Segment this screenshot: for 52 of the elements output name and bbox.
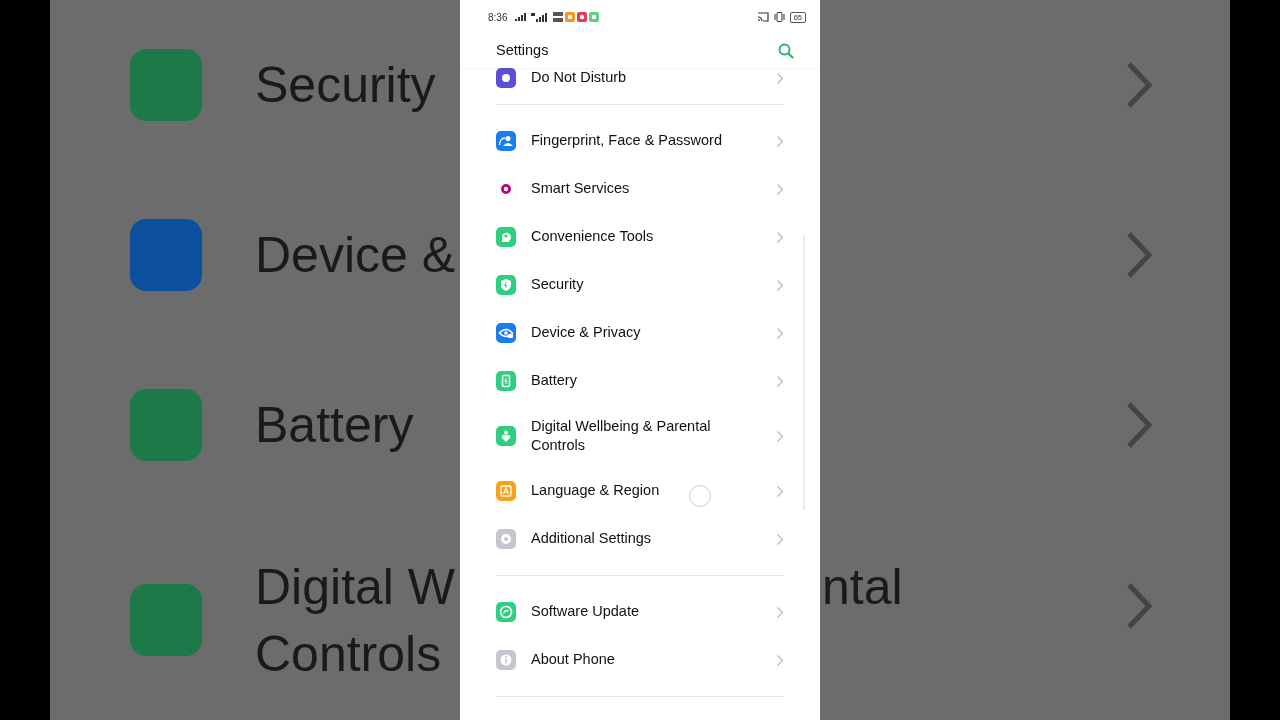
chevron-icon [1126,401,1152,449]
settings-item[interactable]: Digital Wellbeing & Parental Controls [496,405,784,467]
setting-label: Battery [255,395,414,455]
search-icon[interactable] [778,43,794,59]
notification-icon [589,12,600,22]
chevron-icon [1126,231,1152,279]
setting-label: Digital W Controls [255,558,456,684]
chevron-icon [776,653,784,667]
settings-item[interactable]: Battery [496,357,784,405]
settings-item[interactable]: Convenience Tools [496,213,784,261]
chevron-icon [776,71,784,85]
signal-icon [531,12,550,22]
settings-item[interactable]: Device & Privacy [496,309,784,357]
notification-icon [577,12,588,22]
head-icon [496,227,516,247]
chevron-icon [776,278,784,292]
cast-icon [756,12,769,22]
settings-item[interactable]: Do Not Disturb [496,68,784,92]
square-letter-icon [496,481,516,501]
chevron-icon [776,532,784,546]
chevron-icon [776,134,784,148]
settings-item[interactable]: Software Update [496,588,784,636]
fingerprint-person-icon [496,131,516,151]
chevron-icon [1126,582,1152,630]
settings-item[interactable]: Fingerprint, Face & Password [496,117,784,165]
info-icon [496,650,516,670]
settings-item[interactable]: About Phone [496,636,784,684]
ring-icon [496,179,516,199]
chevron-icon [1126,61,1152,109]
chevron-icon [776,374,784,388]
notification-icon [565,12,576,22]
settings-item[interactable]: Security [496,261,784,309]
refresh-icon [496,602,516,622]
settings-item[interactable]: Additional Settings [496,515,784,563]
setting-label: ntal [822,558,903,617]
chevron-icon [776,484,784,498]
chevron-icon [776,230,784,244]
vibrate-icon [772,12,786,22]
chevron-icon [776,605,784,619]
battery-icon [496,371,516,391]
chevron-icon [776,429,784,443]
settings-item[interactable]: Smart Services [496,165,784,213]
signal-icon [515,13,528,21]
shield-icon [496,275,516,295]
chevron-icon [776,182,784,196]
settings-item[interactable]: Language & Region [496,467,784,515]
chevron-icon [776,326,784,340]
clock: 8:36 [488,10,508,25]
setting-label: Security [255,55,436,115]
eye-lock-icon [496,323,516,343]
setting-label: Device & [255,225,456,285]
page-title: Settings [496,41,549,61]
